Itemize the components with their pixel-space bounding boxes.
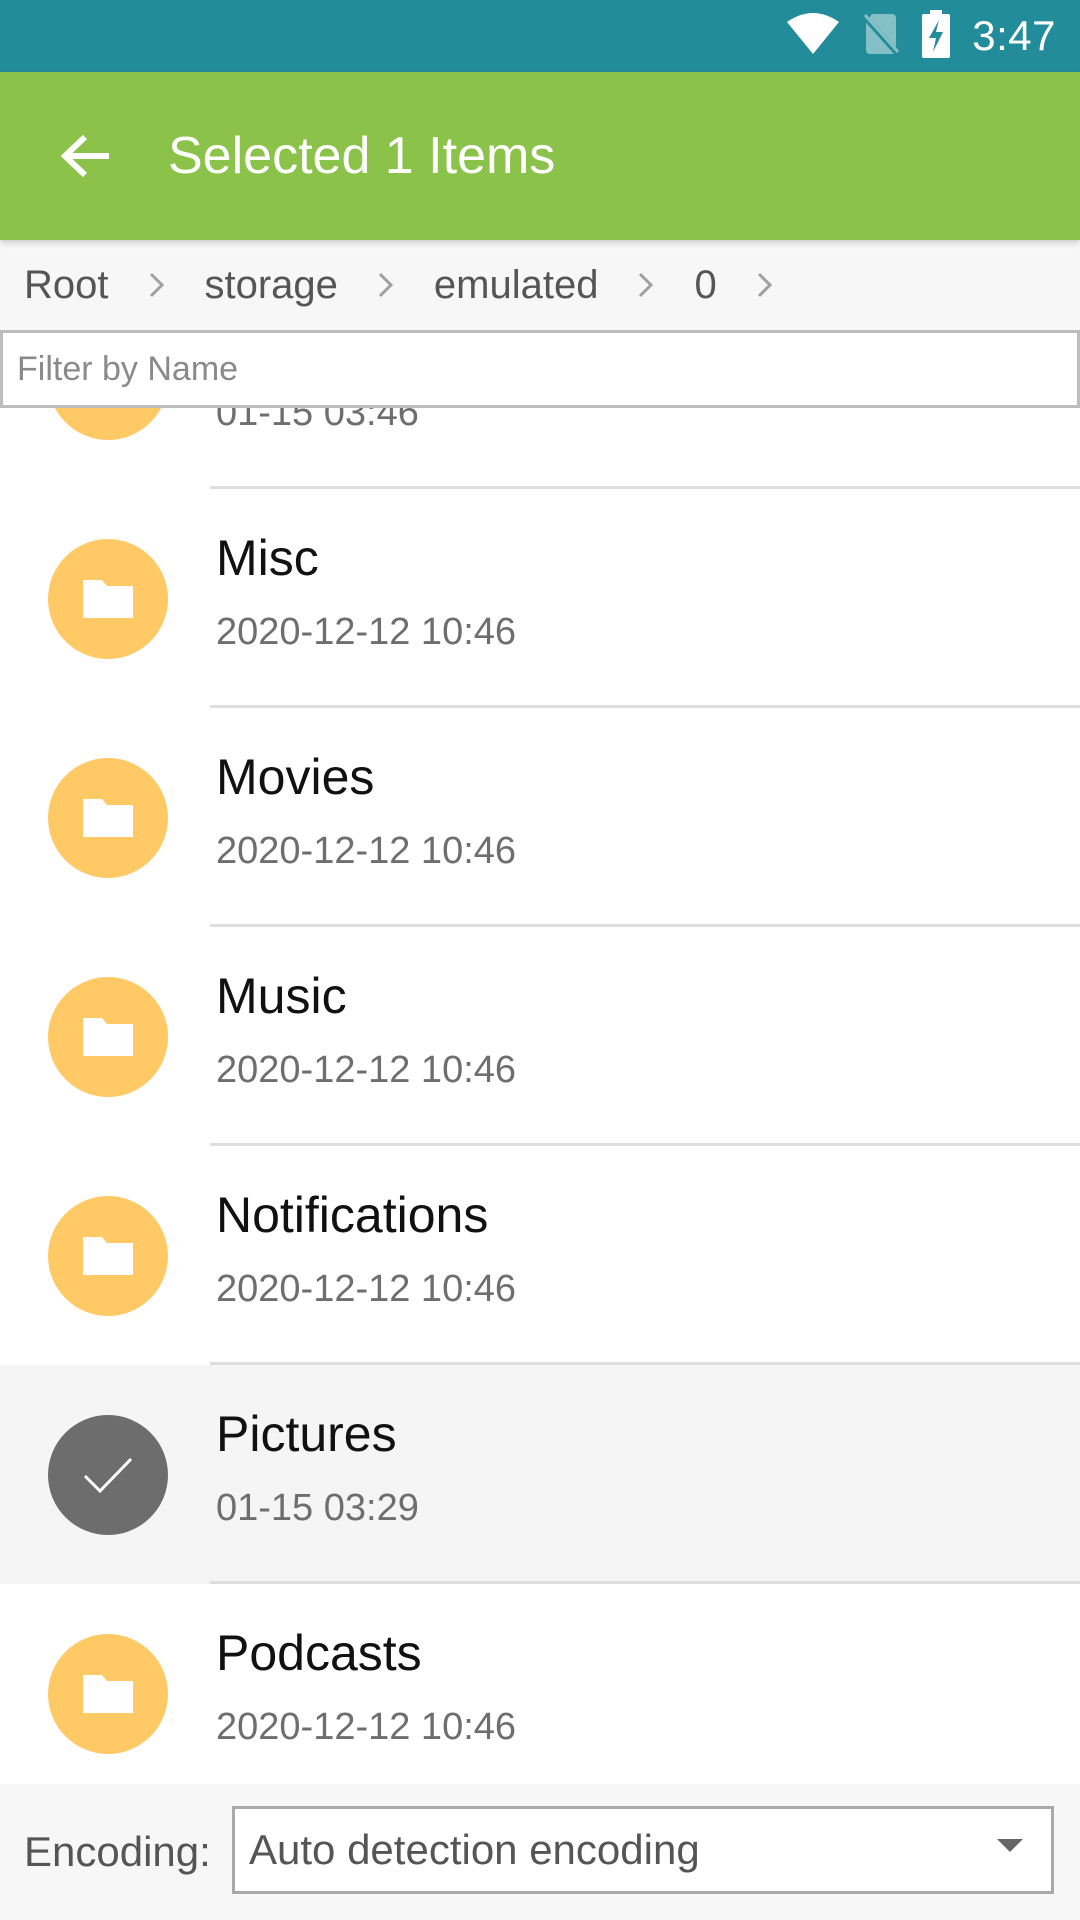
- breadcrumb-item-root[interactable]: Root: [24, 263, 109, 308]
- filter-box: [0, 330, 1080, 408]
- encoding-value: Auto detection encoding: [249, 1826, 700, 1873]
- chevron-right-icon: [109, 272, 205, 298]
- breadcrumb: Root storage emulated 0: [0, 240, 1080, 330]
- folder-icon: [48, 1634, 168, 1754]
- chevron-right-icon: [598, 272, 694, 298]
- file-list[interactable]: 01-15 03:46 Misc 2020-12-12 10:46 Movies…: [0, 408, 1080, 1784]
- breadcrumb-item-storage[interactable]: storage: [205, 263, 338, 308]
- folder-icon: [48, 977, 168, 1097]
- arrow-back-icon: [61, 134, 109, 178]
- encoding-label: Encoding:: [24, 1828, 211, 1875]
- item-name: Notifications: [216, 1187, 489, 1243]
- item-date: 2020-12-12 10:46: [216, 830, 517, 872]
- status-bar: 3:47: [0, 0, 1080, 72]
- list-item[interactable]: Movies 2020-12-12 10:46: [0, 708, 1080, 927]
- status-icons: 3:47: [786, 0, 1056, 72]
- chevron-right-icon: [338, 272, 434, 298]
- back-button[interactable]: [44, 114, 128, 198]
- item-name: Misc: [216, 530, 319, 586]
- page-title: Selected 1 Items: [168, 127, 556, 185]
- list-item[interactable]: Music 2020-12-12 10:46: [0, 927, 1080, 1146]
- item-name: Pictures: [216, 1406, 397, 1462]
- check-icon: [48, 1415, 168, 1535]
- chevron-right-icon: [717, 272, 813, 298]
- list-item[interactable]: 01-15 03:46: [0, 408, 1080, 489]
- folder-icon: [48, 1196, 168, 1316]
- app-root: 3:47 Selected 1 Items Root storage emula…: [0, 0, 1080, 1920]
- item-name: Music: [216, 968, 347, 1024]
- encoding-dropdown[interactable]: Auto detection encoding: [232, 1806, 1054, 1894]
- item-name: Podcasts: [216, 1625, 422, 1681]
- breadcrumb-item-0[interactable]: 0: [694, 263, 716, 308]
- list-item[interactable]: Misc 2020-12-12 10:46: [0, 489, 1080, 708]
- item-date: 01-15 03:46: [216, 408, 419, 434]
- encoding-bar: Encoding: Auto detection encoding: [0, 1784, 1080, 1920]
- folder-icon: [48, 758, 168, 878]
- filter-input[interactable]: [3, 333, 1077, 405]
- item-date: 01-15 03:29: [216, 1487, 419, 1529]
- list-item[interactable]: Notifications 2020-12-12 10:46: [0, 1146, 1080, 1365]
- folder-icon: [48, 408, 168, 440]
- status-time: 3:47: [972, 12, 1056, 59]
- item-name: Movies: [216, 749, 375, 805]
- dropdown-arrow-icon: [997, 1839, 1023, 1852]
- action-bar: Selected 1 Items: [0, 72, 1080, 240]
- battery-charging-icon: [922, 9, 951, 63]
- list-item[interactable]: Podcasts 2020-12-12 10:46: [0, 1584, 1080, 1784]
- no-sim-icon: [862, 12, 901, 61]
- folder-icon: [48, 539, 168, 659]
- wifi-icon: [786, 12, 840, 61]
- list-item-selected[interactable]: Pictures 01-15 03:29: [0, 1365, 1080, 1584]
- breadcrumb-item-emulated[interactable]: emulated: [434, 263, 599, 308]
- item-date: 2020-12-12 10:46: [216, 1706, 517, 1748]
- item-date: 2020-12-12 10:46: [216, 1268, 517, 1310]
- item-date: 2020-12-12 10:46: [216, 611, 517, 653]
- item-date: 2020-12-12 10:46: [216, 1049, 517, 1091]
